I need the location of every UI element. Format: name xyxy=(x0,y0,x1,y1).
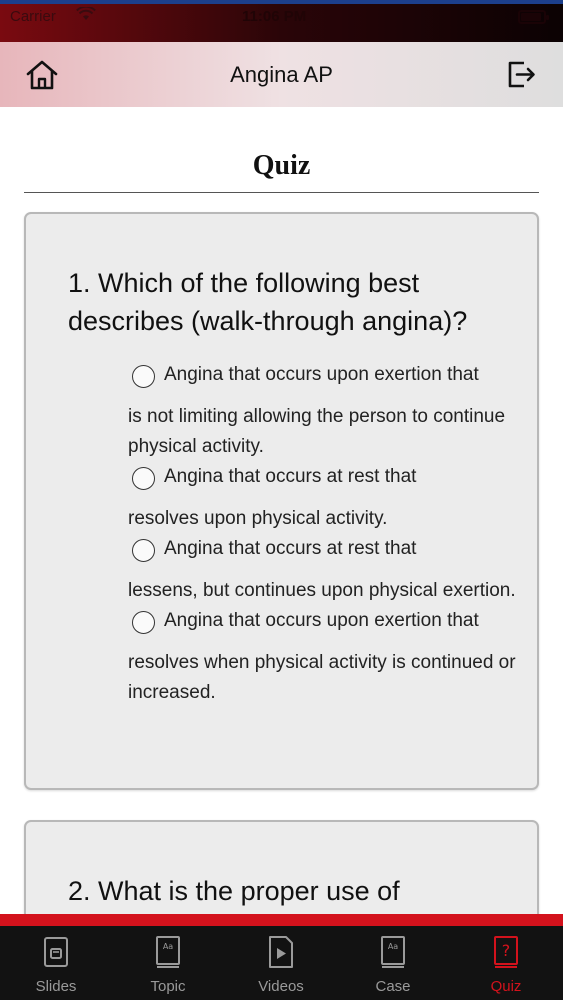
answer-option[interactable]: Angina that occurs upon exertion that is… xyxy=(128,360,523,462)
svg-text:Aa: Aa xyxy=(163,942,173,951)
battery-fill xyxy=(521,13,542,21)
tab-topic[interactable]: Aa Topic xyxy=(128,934,208,995)
question-icon: ? xyxy=(494,936,518,968)
answer-option-continuation: resolves upon physical activity. xyxy=(128,508,388,529)
book-icon: Aa xyxy=(156,936,180,968)
status-time: 11:06 PM xyxy=(242,8,307,25)
answer-option-text: Angina that occurs upon exertion that xyxy=(164,364,479,385)
answer-option-first-line: Angina that occurs upon exertion that xyxy=(128,360,523,390)
svg-text:?: ? xyxy=(502,941,511,960)
battery-icon xyxy=(518,10,549,24)
answer-option-continuation: lessens, but continues upon physical exe… xyxy=(128,580,516,601)
slides-icon xyxy=(44,937,68,967)
tab-quiz[interactable]: ? Quiz xyxy=(466,934,546,995)
tab-label: Slides xyxy=(35,978,77,995)
tab-label: Quiz xyxy=(490,978,522,995)
logout-button[interactable] xyxy=(504,57,538,91)
nav-bar: Angina AP xyxy=(0,42,563,107)
answer-option-continuation: resolves when physical activity is conti… xyxy=(128,652,516,703)
tab-label: Case xyxy=(375,978,411,995)
radio-button[interactable] xyxy=(132,611,155,634)
answer-option-text: Angina that occurs at rest that xyxy=(164,466,417,487)
answer-option[interactable]: Angina that occurs upon exertion that re… xyxy=(128,606,523,708)
title-divider xyxy=(24,192,539,193)
answer-option-text: Angina that occurs at rest that xyxy=(164,538,417,559)
tab-slides[interactable]: Slides xyxy=(16,934,96,995)
question-text: 2. What is the proper use of xyxy=(68,876,400,906)
answer-option-continuation: is not limiting allowing the person to c… xyxy=(128,406,506,457)
book-icon: Aa xyxy=(381,936,405,968)
question-card: 1. Which of the following best describes… xyxy=(24,212,539,790)
svg-text:Aa: Aa xyxy=(388,942,398,951)
answer-option-first-line: Angina that occurs upon exertion that xyxy=(128,606,523,636)
answer-option-first-line: Angina that occurs at rest that xyxy=(128,534,523,564)
answer-options: Angina that occurs upon exertion that is… xyxy=(128,360,523,708)
nav-title: Angina AP xyxy=(230,62,333,87)
carrier-label: Carrier xyxy=(10,8,56,25)
tab-videos[interactable]: Videos xyxy=(241,934,321,995)
tab-case[interactable]: Aa Case xyxy=(353,934,433,995)
question-text: 1. Which of the following best describes… xyxy=(68,268,468,336)
status-bar: Carrier 11:06 PM xyxy=(0,0,563,42)
tab-label: Topic xyxy=(150,978,186,995)
tab-label: Videos xyxy=(258,978,304,995)
wifi-icon xyxy=(76,5,96,24)
answer-option-first-line: Angina that occurs at rest that xyxy=(128,462,523,492)
radio-button[interactable] xyxy=(132,365,155,388)
radio-button[interactable] xyxy=(132,539,155,562)
video-icon xyxy=(269,936,293,968)
logout-icon xyxy=(508,61,535,88)
tab-bar: Slides Aa Topic Videos Aa Case ? Quiz xyxy=(0,914,563,1000)
radio-button[interactable] xyxy=(132,467,155,490)
answer-option[interactable]: Angina that occurs at rest that resolves… xyxy=(128,462,523,534)
page-title: Quiz xyxy=(252,150,311,181)
answer-option-text: Angina that occurs upon exertion that xyxy=(164,610,479,631)
answer-option[interactable]: Angina that occurs at rest that lessens,… xyxy=(128,534,523,606)
